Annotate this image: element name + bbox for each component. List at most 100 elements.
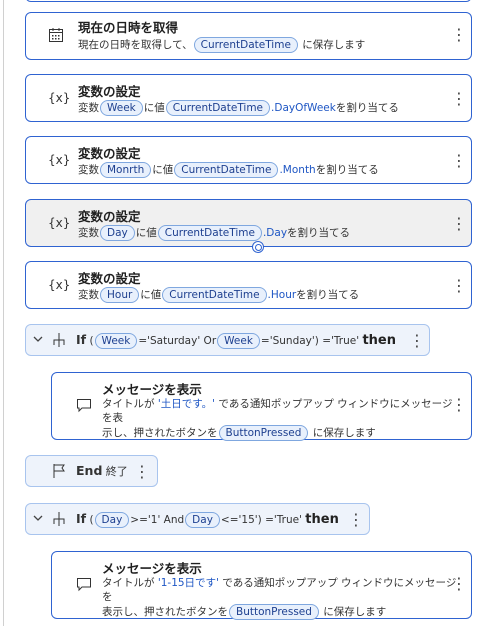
flag-icon: [52, 463, 66, 482]
end-sub-label: 終了: [105, 465, 128, 478]
calendar-icon: [48, 27, 64, 46]
desc-text: に値: [143, 102, 165, 114]
if-block-weekend[interactable]: If (Week ='Saturday' Or Week ='Sunday') ='T…: [25, 324, 430, 356]
desc-text: 表示し、押されたボタンを: [102, 606, 228, 618]
variable-pill[interactable]: Day: [185, 512, 220, 528]
paren-text: (: [89, 514, 94, 526]
if-branch-icon: [52, 332, 66, 351]
desc-text: である通知ポップアップ ウィンドウにメッセージ を表: [102, 398, 453, 424]
desc-text: タイトルが: [102, 577, 155, 589]
step-get-current-datetime[interactable]: 現在の日時を取得 現在の日時を取得して、 CurrentDateTime に保存し…: [25, 12, 472, 60]
step-title: 変数の設定: [78, 209, 141, 224]
property-text: .Hour: [267, 289, 297, 301]
chevron-down-icon[interactable]: [32, 333, 44, 348]
desc-text: タイトルが: [102, 398, 155, 410]
step-set-variable-hour[interactable]: {x} 変数の設定 変数 Hour に値 CurrentDateTime .Hourを割…: [25, 261, 472, 309]
flow-canvas: 現在の日時を取得 現在の日時を取得して、 CurrentDateTime に保存し…: [0, 0, 485, 626]
desc-text: に値: [140, 289, 162, 301]
variable-icon: {x}: [48, 91, 71, 105]
step-title: メッセージを表示: [102, 382, 202, 397]
desc-text: に保存します: [323, 606, 387, 618]
more-vertical-icon[interactable]: ⋮: [451, 395, 467, 415]
more-vertical-icon[interactable]: ⋮: [451, 89, 467, 109]
variable-pill[interactable]: CurrentDateTime: [174, 162, 279, 178]
variable-pill[interactable]: Day: [100, 225, 135, 241]
step-description: 変数 Monrth に値 CurrentDateTime .Monthを割り当てる: [78, 162, 379, 178]
desc-text: を割り当てる: [287, 227, 351, 239]
desc-text: 変数: [78, 227, 99, 239]
then-keyword: then: [362, 333, 396, 348]
step-description: 変数 Week に値 CurrentDateTime .DayOfWeekを割り当てる: [78, 100, 399, 116]
desc-text: に値: [152, 164, 174, 176]
property-text: .Month: [279, 164, 316, 176]
variable-icon: {x}: [48, 278, 71, 292]
condition-text: >='1' And: [130, 514, 185, 526]
more-vertical-icon[interactable]: ⋮: [451, 276, 467, 296]
variable-pill[interactable]: Hour: [100, 287, 140, 303]
step-description: タイトルが '土日です。' である通知ポップアップ ウィンドウにメッセージ を表…: [102, 397, 457, 441]
variable-pill[interactable]: Week: [100, 100, 143, 116]
variable-pill[interactable]: Day: [94, 512, 130, 528]
more-vertical-icon[interactable]: ⋮: [451, 151, 467, 171]
step-description: 変数 Hour に値 CurrentDateTime .Hourを割り当てる: [78, 287, 359, 303]
if-keyword: If: [76, 511, 87, 526]
chevron-down-icon[interactable]: [32, 512, 44, 527]
step-set-variable-week[interactable]: {x} 変数の設定 変数 Week に値 CurrentDateTime .DayOfW…: [25, 74, 472, 122]
if-condition: If (Week ='Saturday' Or Week ='Sunday') ='T…: [76, 333, 396, 349]
string-literal: '土日です。': [157, 398, 216, 410]
string-literal: '1-15日です': [157, 577, 219, 589]
desc-text: である通知ポップアップ ウィンドウにメッセージ を: [102, 577, 457, 603]
variable-pill[interactable]: ButtonPressed: [218, 425, 309, 441]
then-keyword: then: [305, 512, 339, 527]
desc-text: に値: [135, 227, 157, 239]
offscreen-step-card[interactable]: [25, 0, 472, 2]
end-block[interactable]: End 終了 ⋮: [25, 455, 158, 487]
step-set-variable-day[interactable]: {x} 変数の設定 変数 Day に値 CurrentDateTime .Dayを割り当…: [25, 199, 472, 247]
if-branch-icon: [52, 511, 66, 530]
step-description: 現在の日時を取得して、 CurrentDateTime に保存します: [78, 37, 365, 53]
step-description: タイトルが '1-15日です' である通知ポップアップ ウィンドウにメッセージ …: [102, 576, 457, 620]
step-title: メッセージを表示: [102, 561, 202, 576]
if-keyword: If: [76, 332, 87, 347]
desc-text: に保存します: [302, 39, 366, 51]
variable-pill[interactable]: CurrentDateTime: [165, 100, 271, 116]
step-title: 変数の設定: [78, 271, 141, 286]
more-vertical-icon[interactable]: ⋮: [134, 462, 150, 482]
step-set-variable-month[interactable]: {x} 変数の設定 変数 Monrth に値 CurrentDateTime .Mont…: [25, 136, 472, 184]
more-vertical-icon[interactable]: ⋮: [451, 574, 467, 594]
property-text: .Day: [262, 227, 288, 239]
desc-text: 変数: [78, 289, 99, 301]
condition-text: <='15') ='True': [220, 514, 302, 526]
condition-text: ='Saturday' Or: [138, 335, 217, 347]
desc-text: 変数: [78, 164, 99, 176]
variable-pill[interactable]: Week: [217, 333, 260, 349]
step-title: 変数の設定: [78, 146, 141, 161]
more-vertical-icon[interactable]: ⋮: [451, 25, 467, 45]
message-icon: [76, 397, 92, 416]
more-vertical-icon[interactable]: ⋮: [451, 214, 467, 234]
variable-pill[interactable]: CurrentDateTime: [157, 225, 262, 241]
if-block-first-half[interactable]: If (Day >='1' And Day <='15') ='True' then …: [25, 503, 370, 535]
step-display-message-first-half[interactable]: メッセージを表示 タイトルが '1-15日です' である通知ポップアップ ウィン…: [51, 551, 472, 620]
paren-text: (: [89, 335, 94, 347]
message-icon: [76, 576, 92, 595]
variable-pill[interactable]: CurrentDateTime: [162, 287, 267, 303]
step-display-message-weekend[interactable]: メッセージを表示 タイトルが '土日です。' である通知ポップアップ ウィンドウ…: [51, 372, 472, 441]
desc-text: 現在の日時を取得して、: [78, 39, 193, 51]
variable-pill[interactable]: Week: [94, 333, 138, 349]
drag-handle-icon[interactable]: [252, 241, 264, 253]
end-label: End 終了: [76, 464, 128, 479]
step-title: 変数の設定: [78, 84, 141, 99]
desc-text: 変数: [78, 102, 99, 114]
variable-icon: {x}: [48, 216, 71, 230]
more-vertical-icon[interactable]: ⋮: [348, 510, 364, 530]
condition-text: ='Sunday') ='True': [260, 335, 360, 347]
variable-pill[interactable]: Monrth: [100, 162, 152, 178]
desc-text: に保存します: [312, 427, 376, 439]
variable-pill[interactable]: CurrentDateTime: [193, 37, 298, 53]
more-vertical-icon[interactable]: ⋮: [409, 331, 425, 351]
if-condition: If (Day >='1' And Day <='15') ='True' then: [76, 512, 339, 528]
property-text: .DayOfWeek: [271, 102, 336, 114]
variable-pill[interactable]: ButtonPressed: [229, 604, 319, 620]
step-description: 変数 Day に値 CurrentDateTime .Dayを割り当てる: [78, 225, 350, 241]
